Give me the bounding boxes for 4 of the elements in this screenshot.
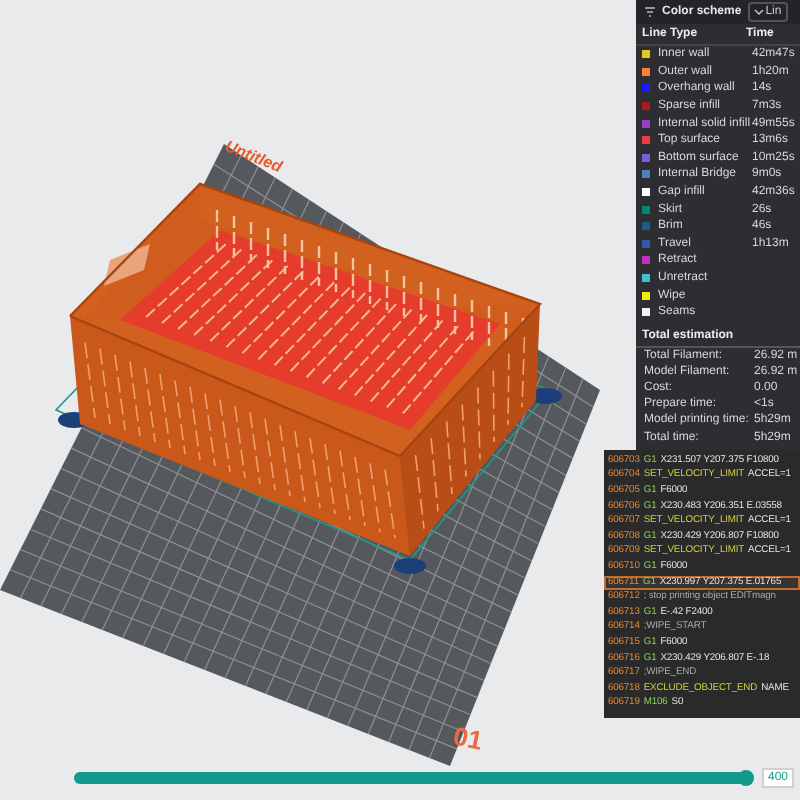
slider-thumb[interactable] [737, 770, 754, 786]
plate-number: 01 [450, 720, 486, 756]
filter-icon[interactable] [644, 6, 656, 18]
chevron-down-icon [753, 8, 764, 16]
